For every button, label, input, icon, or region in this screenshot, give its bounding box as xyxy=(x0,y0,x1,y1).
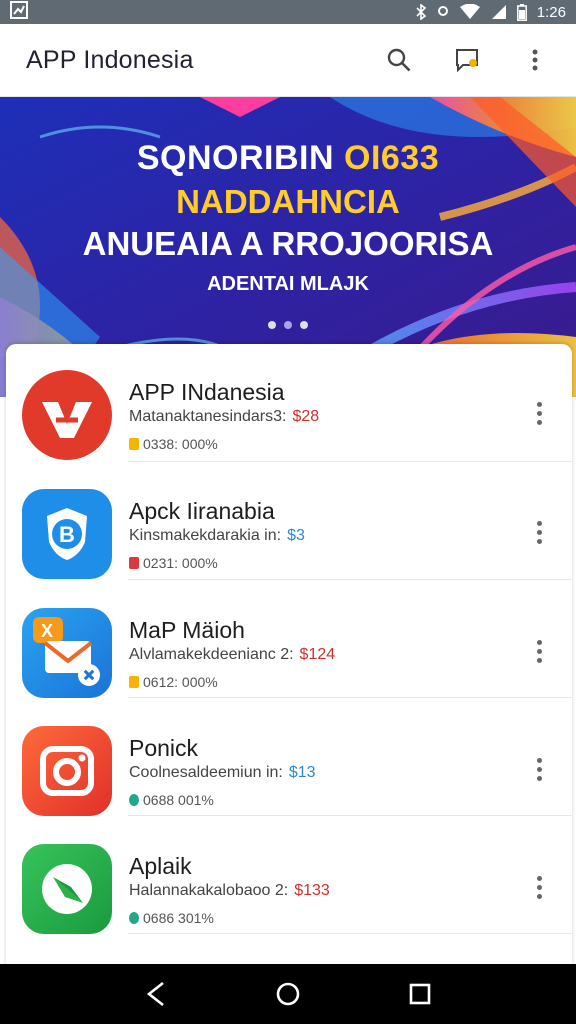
compass-icon xyxy=(22,844,112,934)
carousel-dot[interactable] xyxy=(284,321,292,329)
app-price: $3 xyxy=(287,527,305,544)
bluetooth-icon xyxy=(415,4,427,20)
rating-badge-icon xyxy=(129,676,139,688)
recents-button[interactable] xyxy=(400,974,440,1014)
app-name: APP INdanesia xyxy=(129,379,285,405)
wifi-icon xyxy=(459,4,481,20)
list-item[interactable]: Ponick Coolnesaldeemiun in: $13 0688 001% xyxy=(6,698,572,816)
app-price: $124 xyxy=(299,646,336,663)
home-icon xyxy=(276,982,300,1006)
rating-badge-icon xyxy=(129,557,139,569)
item-more-button[interactable] xyxy=(528,636,550,666)
search-button[interactable] xyxy=(384,45,414,75)
svg-text:B: B xyxy=(59,522,75,547)
app-name: Aplaik xyxy=(129,853,192,879)
shield-b-icon: B xyxy=(22,489,112,579)
app-title: APP Indonesia xyxy=(26,45,194,74)
svg-text:X: X xyxy=(41,621,53,641)
rating-badge-icon xyxy=(129,438,139,450)
app-description: Coolnesaldeemiun in: $13 xyxy=(129,764,316,781)
app-description: Matanaktanesindars3: $28 xyxy=(129,408,320,425)
app-meta: 0612: 000% xyxy=(129,674,218,690)
app-meta: 0686 301% xyxy=(129,910,214,926)
item-more-button[interactable] xyxy=(528,398,550,428)
carousel-dot[interactable] xyxy=(300,321,308,329)
home-button[interactable] xyxy=(268,974,308,1014)
back-icon xyxy=(146,981,164,1007)
app-name: Apck Iiranabia xyxy=(129,498,275,524)
list-item[interactable]: Aplaik Halannakakalobaoo 2: $133 0686 301… xyxy=(6,816,572,934)
banner-headline-3: ANUEAIA A RROJOORISA xyxy=(82,225,494,262)
rating-badge-icon xyxy=(129,794,139,806)
app-description: Kinsmakekdarakia in: $3 xyxy=(129,527,305,544)
back-button[interactable] xyxy=(136,974,176,1014)
list-item[interactable]: B Apck Iiranabia Kinsmakekdarakia in: $3 … xyxy=(6,462,572,580)
status-bar: 1:26 xyxy=(0,0,576,24)
feedback-icon xyxy=(456,49,478,73)
app-price: $13 xyxy=(288,764,316,781)
list-item[interactable]: X MaP Mäioh Alvlamakekdeenianc 2: $124 06… xyxy=(6,580,572,698)
app-meta: 0231: 000% xyxy=(129,555,218,571)
battery-icon xyxy=(516,3,527,21)
app-meta: 0688 001% xyxy=(129,792,214,808)
app-price: $28 xyxy=(292,408,320,425)
banner-headline-2: NADDAHNCIA xyxy=(176,183,400,220)
item-more-button[interactable] xyxy=(528,754,550,784)
system-nav-bar xyxy=(0,964,576,1024)
mail-app-icon: X xyxy=(22,608,112,698)
app-bar: APP Indonesia xyxy=(0,24,576,97)
va-logo-icon xyxy=(22,370,112,460)
location-icon xyxy=(437,5,449,19)
app-description: Halannakakalobaoo 2: $133 xyxy=(129,882,330,899)
app-description: Alvlamakekdeenianc 2: $124 xyxy=(129,646,336,663)
overflow-menu-button[interactable] xyxy=(520,45,550,75)
notification-icon xyxy=(10,0,28,24)
item-more-button[interactable] xyxy=(528,872,550,902)
carousel-indicator xyxy=(0,321,576,329)
camera-icon xyxy=(22,726,112,816)
recents-icon xyxy=(409,983,431,1005)
app-name: Ponick xyxy=(129,735,199,761)
signal-icon xyxy=(491,4,507,20)
banner-subtitle: ADENTAI MLAJK xyxy=(207,273,369,295)
carousel-dot[interactable] xyxy=(268,321,276,329)
more-vertical-icon xyxy=(532,49,538,71)
app-name: MaP Mäioh xyxy=(129,617,245,643)
app-list: APP INdanesia Matanaktanesindars3: $28 03… xyxy=(6,344,572,968)
feedback-button[interactable] xyxy=(452,45,482,75)
banner-headline-1: SQNORIBIN OI633 xyxy=(136,139,440,177)
clock: 1:26 xyxy=(536,3,566,21)
app-price: $133 xyxy=(294,882,330,899)
search-icon xyxy=(387,48,411,72)
item-more-button[interactable] xyxy=(528,517,550,547)
rating-badge-icon xyxy=(129,912,139,924)
list-item[interactable]: APP INdanesia Matanaktanesindars3: $28 03… xyxy=(6,344,572,462)
app-meta: 0338: 000% xyxy=(129,436,218,452)
